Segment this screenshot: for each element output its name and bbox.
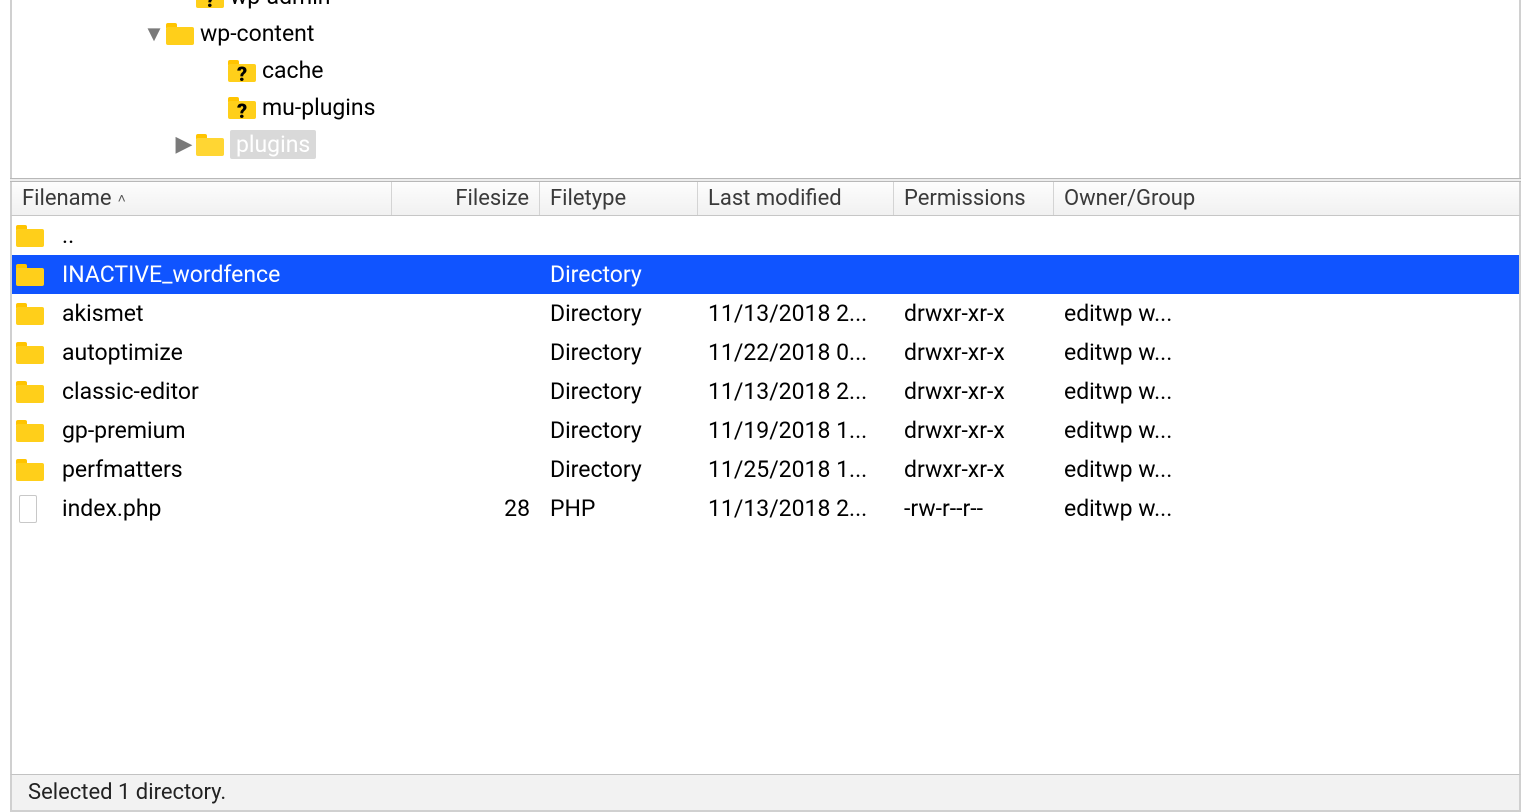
- file-permissions: drwxr-xr-x: [894, 300, 1054, 327]
- file-name: index.php: [52, 495, 392, 522]
- col-header-permissions-label: Permissions: [904, 186, 1026, 211]
- file-permissions: drwxr-xr-x: [894, 456, 1054, 483]
- file-name: perfmatters: [52, 456, 392, 483]
- file-permissions: -rw-r--r--: [894, 495, 1054, 522]
- file-owner: editwp w...: [1054, 378, 1214, 405]
- tree-item-label: wp-admin: [230, 0, 331, 10]
- col-header-filesize-label: Filesize: [455, 186, 529, 211]
- file-row[interactable]: perfmatters Directory11/25/2018 1...drwxr…: [12, 450, 1519, 489]
- col-header-ownergroup[interactable]: Owner/Group: [1054, 182, 1214, 215]
- file-row[interactable]: classic-editor Directory11/13/2018 2...dr…: [12, 372, 1519, 411]
- folder-icon: [16, 459, 42, 481]
- file-row[interactable]: gp-premium Directory11/19/2018 1...drwxr-…: [12, 411, 1519, 450]
- folder-icon: [16, 381, 42, 403]
- col-header-filetype[interactable]: Filetype: [540, 182, 698, 215]
- file-name: autoptimize: [52, 339, 392, 366]
- file-name: INACTIVE_wordfence: [52, 261, 392, 288]
- folder-icon: [166, 23, 194, 45]
- tree-item[interactable]: ▶ plugins: [12, 126, 1519, 163]
- col-header-filesize[interactable]: Filesize: [392, 182, 540, 215]
- tree-item-label: wp-content: [200, 20, 314, 47]
- file-type: Directory: [540, 456, 698, 483]
- col-header-permissions[interactable]: Permissions: [894, 182, 1054, 215]
- folder-icon: [16, 225, 42, 247]
- column-headers: Filename ˄ Filesize Filetype Last modifi…: [10, 182, 1521, 216]
- col-header-filename[interactable]: Filename ˄: [12, 182, 392, 215]
- col-header-filetype-label: Filetype: [550, 186, 626, 211]
- folder-open-icon: [196, 134, 224, 156]
- file-date: 11/19/2018 1...: [698, 417, 894, 444]
- folder-unknown-icon: ?: [228, 97, 256, 119]
- file-name: ..: [52, 222, 392, 249]
- tree-item-label: cache: [262, 57, 323, 84]
- file-type: Directory: [540, 417, 698, 444]
- file-row[interactable]: autoptimize Directory11/22/2018 0...drwxr…: [12, 333, 1519, 372]
- file-row[interactable]: ..: [12, 216, 1519, 255]
- folder-unknown-icon: ?: [228, 60, 256, 82]
- file-type: Directory: [540, 339, 698, 366]
- file-date: 11/13/2018 2...: [698, 495, 894, 522]
- file-row[interactable]: index.php28PHP11/13/2018 2...-rw-r--r--e…: [12, 489, 1519, 528]
- file-icon: [19, 495, 37, 523]
- file-date: 11/25/2018 1...: [698, 456, 894, 483]
- file-owner: editwp w...: [1054, 339, 1214, 366]
- folder-icon: [16, 264, 42, 286]
- file-owner: editwp w...: [1054, 456, 1214, 483]
- status-bar: Selected 1 directory.: [10, 774, 1521, 812]
- file-type: Directory: [540, 300, 698, 327]
- file-row[interactable]: INACTIVE_wordfence Directory: [12, 255, 1519, 294]
- file-name: akismet: [52, 300, 392, 327]
- file-permissions: drwxr-xr-x: [894, 378, 1054, 405]
- file-owner: editwp w...: [1054, 300, 1214, 327]
- sort-ascending-icon: ˄: [118, 190, 126, 207]
- directory-tree[interactable]: ? wp-admin ▼ wp-content? cache? mu-plugins ▶ pl…: [10, 0, 1521, 178]
- file-type: Directory: [540, 378, 698, 405]
- col-header-lastmodified-label: Last modified: [708, 186, 842, 211]
- folder-icon: [16, 303, 42, 325]
- tree-item-label: mu-plugins: [262, 94, 375, 121]
- file-type: Directory: [540, 261, 698, 288]
- folder-icon: [16, 420, 42, 442]
- file-date: 11/22/2018 0...: [698, 339, 894, 366]
- tree-item[interactable]: ? cache: [12, 52, 1519, 89]
- file-name: classic-editor: [52, 378, 392, 405]
- col-header-filename-label: Filename: [22, 186, 112, 211]
- folder-icon: [16, 342, 42, 364]
- col-header-ownergroup-label: Owner/Group: [1064, 186, 1195, 211]
- file-owner: editwp w...: [1054, 417, 1214, 444]
- chevron-down-icon[interactable]: ▼: [142, 21, 166, 47]
- folder-unknown-icon: ?: [196, 0, 224, 8]
- file-permissions: drwxr-xr-x: [894, 339, 1054, 366]
- file-name: gp-premium: [52, 417, 392, 444]
- tree-item[interactable]: ▼ wp-content: [12, 15, 1519, 52]
- col-header-lastmodified[interactable]: Last modified: [698, 182, 894, 215]
- file-date: 11/13/2018 2...: [698, 300, 894, 327]
- file-row[interactable]: akismet Directory11/13/2018 2...drwxr-xr-…: [12, 294, 1519, 333]
- file-size: 28: [392, 495, 540, 522]
- file-owner: editwp w...: [1054, 495, 1214, 522]
- file-date: 11/13/2018 2...: [698, 378, 894, 405]
- file-list[interactable]: .. INACTIVE_wordfence Directory akismet Dire…: [10, 216, 1521, 774]
- chevron-right-icon[interactable]: ▶: [172, 132, 196, 157]
- tree-item-label: plugins: [230, 130, 316, 159]
- status-text: Selected 1 directory.: [28, 780, 226, 805]
- tree-item[interactable]: ? wp-admin: [12, 0, 1519, 15]
- file-permissions: drwxr-xr-x: [894, 417, 1054, 444]
- tree-item[interactable]: ? mu-plugins: [12, 89, 1519, 126]
- file-type: PHP: [540, 495, 698, 522]
